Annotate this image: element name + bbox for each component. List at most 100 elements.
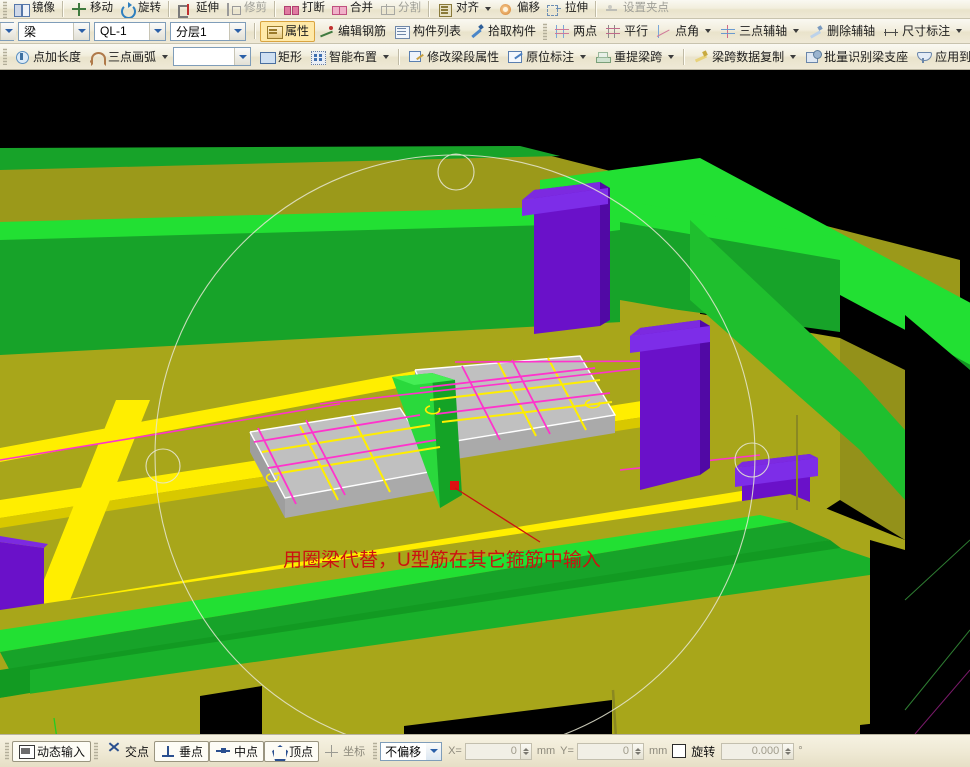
x-input[interactable]: 0 [464, 742, 521, 760]
tool-rotate[interactable]: 旋转 [116, 0, 164, 18]
rotate-input[interactable]: 0.000 [721, 742, 784, 760]
chevron-down-icon[interactable] [73, 22, 89, 40]
tool-re-extract-span[interactable]: 重提梁跨 [591, 44, 679, 69]
chevron-down-icon[interactable] [668, 54, 675, 59]
tool-label: 构件列表 [413, 24, 462, 38]
split-icon [379, 2, 395, 17]
tool-batch-identify-support[interactable]: 批量识别梁支座 [801, 44, 912, 69]
tool-merge[interactable]: 合并 [328, 0, 376, 18]
tool-parallel[interactable]: 平行 [601, 19, 652, 43]
toolbar-beam-tools: 点加长度 三点画弧 矩形 智能布置 修改梁段属性 原位标注 重提梁跨 梁跨数据复… [0, 44, 970, 70]
tool-rectangle[interactable]: 矩形 [255, 44, 306, 69]
tool-label: 点加长度 [33, 49, 82, 64]
y-input[interactable]: 0 [576, 742, 633, 760]
combo-component-category[interactable]: 梁 [18, 21, 90, 41]
status-dynamic-input[interactable]: 动态输入 [12, 740, 92, 762]
batch-identify-support-icon [805, 49, 823, 64]
tool-split[interactable]: 分割 [376, 0, 424, 18]
chevron-down-icon[interactable] [956, 29, 963, 33]
y-stepper[interactable] [632, 742, 644, 760]
combo-layer[interactable]: 分层1 [170, 21, 246, 41]
tool-break[interactable]: 打断 [280, 0, 328, 18]
chevron-down-icon[interactable] [790, 54, 797, 59]
tool-label: 重提梁跨 [614, 49, 663, 64]
tool-edit-beam-segment[interactable]: 修改梁段属性 [404, 44, 503, 69]
status-snap-vertex[interactable]: 顶点 [264, 740, 320, 762]
chevron-down-icon[interactable] [793, 29, 800, 33]
tool-pick-component[interactable]: 拾取构件 [465, 19, 540, 43]
chevron-down-icon[interactable] [0, 22, 16, 40]
tool-point-angle[interactable]: 点角 [652, 19, 716, 43]
tool-label: 原位标注 [526, 49, 575, 64]
rotate-label: 旋转 [691, 744, 716, 759]
toolbar-grip[interactable] [3, 48, 7, 65]
rotate-icon [119, 1, 136, 18]
chevron-down-icon[interactable] [705, 29, 712, 33]
dimension-icon [883, 24, 899, 39]
tool-label: 分割 [398, 2, 421, 15]
combo-component-name[interactable]: QL-1 [94, 21, 166, 41]
status-snap-midpoint[interactable]: 中点 [209, 740, 265, 762]
tool-label: 梁跨数据复制 [712, 49, 785, 64]
tool-move[interactable]: 移动 [68, 0, 116, 18]
tool-three-point-axis[interactable]: 三点辅轴 [716, 19, 804, 43]
annotation-text: 用圈梁代替，U型筋在其它箍筋中输入 [283, 549, 601, 571]
status-snap-perpendicular[interactable]: 垂点 [154, 740, 210, 762]
tool-label: 镜像 [32, 2, 55, 15]
tool-label: 打断 [302, 2, 325, 15]
model-3d-viewport[interactable]: 用圈梁代替，U型筋在其它箍筋中输入 00 [0, 70, 970, 734]
chevron-down-icon[interactable] [485, 7, 491, 11]
tool-three-point-arc[interactable]: 三点画弧 [85, 44, 173, 69]
model-3d-canvas[interactable]: 用圈梁代替，U型筋在其它箍筋中输入 00 [0, 70, 970, 734]
status-snap-intersection[interactable]: 交点 [101, 741, 154, 762]
chevron-down-icon[interactable] [383, 54, 390, 59]
status-label: 垂点 [179, 744, 204, 759]
combo-left-partial[interactable] [0, 21, 16, 41]
statusbar-separator [94, 742, 99, 760]
tool-extend[interactable]: 延伸 [174, 0, 222, 18]
rotate-checkbox[interactable] [672, 744, 687, 758]
tool-add-length[interactable]: 点加长度 [10, 44, 85, 69]
in-place-annotation-icon [507, 49, 523, 64]
rotate-stepper[interactable] [783, 742, 795, 760]
tool-smart-layout[interactable]: 智能布置 [306, 44, 394, 69]
tool-offset[interactable]: 偏移 [495, 0, 543, 18]
chevron-down-icon[interactable] [426, 742, 442, 760]
chevron-down-icon[interactable] [234, 48, 251, 65]
chevron-down-icon[interactable] [162, 54, 169, 59]
offset-mode-combo[interactable]: 不偏移 [380, 741, 443, 761]
toolbar-grip[interactable] [543, 22, 548, 40]
toolbar-grip[interactable] [3, 0, 7, 18]
statusbar-grip[interactable] [5, 742, 9, 760]
tool-trim[interactable]: 修剪 [222, 0, 270, 18]
tool-align[interactable]: 对齐 [434, 0, 495, 18]
tool-copy-span-data[interactable]: 梁跨数据复制 [689, 44, 801, 69]
toolbar-separator [683, 48, 686, 65]
x-unit: mm [536, 745, 556, 757]
break-icon [283, 2, 299, 17]
tool-dimension[interactable]: 尺寸标注 [879, 19, 967, 43]
x-label: X= [448, 745, 462, 757]
tool-stretch[interactable]: 拉伸 [543, 0, 591, 18]
tool-properties[interactable]: 属性 [260, 20, 316, 42]
chevron-down-icon[interactable] [580, 54, 587, 59]
chevron-down-icon[interactable] [149, 22, 165, 40]
selection-marker[interactable] [450, 481, 459, 490]
x-stepper[interactable] [520, 742, 532, 760]
trim-icon [225, 2, 241, 17]
tool-label: 矩形 [278, 49, 303, 64]
tool-two-point[interactable]: 两点 [550, 19, 601, 43]
y-label: Y= [560, 745, 574, 757]
status-snap-coordinate[interactable]: 坐标 [319, 741, 370, 762]
chevron-down-icon[interactable] [229, 22, 245, 40]
status-label: 交点 [125, 744, 150, 759]
tool-mirror[interactable]: 镜像 [10, 0, 58, 18]
toolbar-separator [62, 1, 64, 17]
combo-arc-option[interactable] [173, 47, 252, 66]
tool-apply-same-beam[interactable]: 应用到同名梁 [912, 44, 970, 69]
tool-edit-rebar[interactable]: 编辑钢筋 [315, 19, 390, 43]
tool-set-grip[interactable]: 设置夹点 [601, 0, 672, 18]
tool-in-place-annotation[interactable]: 原位标注 [503, 44, 591, 69]
tool-component-list[interactable]: 构件列表 [390, 19, 465, 43]
tool-delete-axis[interactable]: 删除辅轴 [804, 19, 879, 43]
